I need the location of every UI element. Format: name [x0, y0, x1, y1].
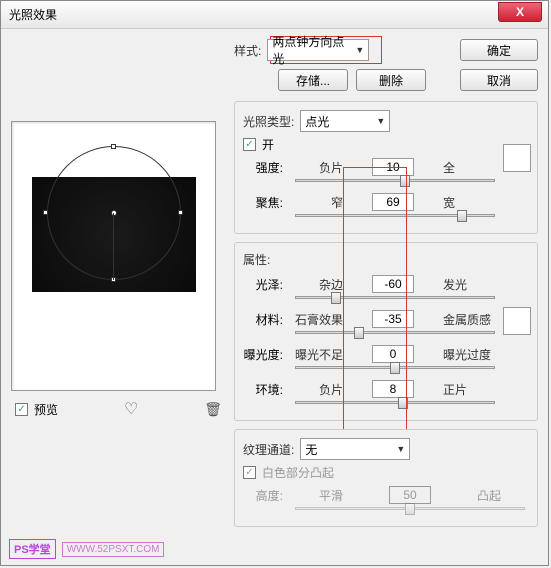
- cancel-button[interactable]: 取消: [460, 69, 538, 91]
- gloss-input[interactable]: -60: [372, 275, 414, 293]
- light-handle[interactable]: [178, 210, 183, 215]
- light-type-select[interactable]: 点光 ▼: [300, 110, 390, 132]
- focus-input[interactable]: 69: [372, 193, 414, 211]
- exposure-label: 曝光度:: [243, 346, 287, 363]
- light-type-group: 光照类型: 点光 ▼ ✓ 开 强度: 负片 10 全: [234, 101, 538, 234]
- preview-label: 预览: [34, 401, 58, 418]
- style-value: 两点钟方向点光: [272, 33, 355, 67]
- lightbulb-icon[interactable]: ♡: [124, 399, 138, 419]
- height-input: 50: [389, 486, 431, 504]
- texture-select[interactable]: 无 ▼: [300, 438, 410, 460]
- chevron-down-icon: ▼: [376, 116, 385, 126]
- chevron-down-icon: ▼: [396, 444, 405, 454]
- watermark: PS学堂 WWW.52PSXT.COM: [9, 539, 164, 559]
- texture-group: 纹理通道: 无 ▼ ✓ 白色部分凸起 高度: 平滑 50 凸起: [234, 429, 538, 527]
- props-header: 属性:: [243, 253, 270, 267]
- gloss-slider[interactable]: [295, 296, 495, 299]
- titlebar: 光照效果 X: [1, 1, 548, 29]
- light-on-checkbox[interactable]: ✓: [243, 138, 256, 151]
- light-direction-line: [113, 213, 114, 280]
- white-high-checkbox: ✓: [243, 466, 256, 479]
- light-on-label: 开: [262, 136, 274, 153]
- exposure-slider[interactable]: [295, 366, 495, 369]
- focus-slider[interactable]: [295, 214, 495, 217]
- preview-checkbox[interactable]: ✓: [15, 403, 28, 416]
- ok-button[interactable]: 确定: [460, 39, 538, 61]
- delete-button[interactable]: 删除: [356, 69, 426, 91]
- white-high-label: 白色部分凸起: [262, 464, 334, 481]
- exposure-input[interactable]: 0: [372, 345, 414, 363]
- focus-label: 聚焦:: [243, 194, 287, 211]
- intensity-label: 强度:: [243, 159, 287, 176]
- ambience-slider[interactable]: [295, 401, 495, 404]
- trash-icon[interactable]: 🗑: [204, 401, 222, 418]
- material-input[interactable]: -35: [372, 310, 414, 328]
- texture-label: 纹理通道:: [243, 441, 294, 458]
- light-handle[interactable]: [111, 144, 116, 149]
- ambience-label: 环境:: [243, 381, 287, 398]
- light-type-label: 光照类型:: [243, 113, 294, 130]
- material-label: 材料:: [243, 311, 287, 328]
- properties-group: 属性: 光泽: 杂边 -60 发光 材料: 石膏效果 -35 金属质感: [234, 242, 538, 421]
- light-center[interactable]: [111, 210, 117, 216]
- height-label: 高度:: [243, 487, 287, 504]
- ambience-input[interactable]: 8: [372, 380, 414, 398]
- intensity-input[interactable]: 10: [372, 158, 414, 176]
- close-icon: X: [516, 5, 524, 19]
- intensity-slider[interactable]: [295, 179, 495, 182]
- save-button[interactable]: 存储...: [278, 69, 348, 91]
- gloss-label: 光泽:: [243, 276, 287, 293]
- material-slider[interactable]: [295, 331, 495, 334]
- style-select[interactable]: 两点钟方向点光 ▼: [267, 39, 369, 61]
- height-slider: [295, 507, 525, 510]
- style-label: 样式:: [234, 42, 261, 59]
- chevron-down-icon: ▼: [355, 45, 364, 55]
- close-button[interactable]: X: [498, 2, 542, 22]
- window-title: 光照效果: [9, 6, 57, 23]
- light-handle[interactable]: [43, 210, 48, 215]
- preview-canvas[interactable]: [11, 121, 216, 391]
